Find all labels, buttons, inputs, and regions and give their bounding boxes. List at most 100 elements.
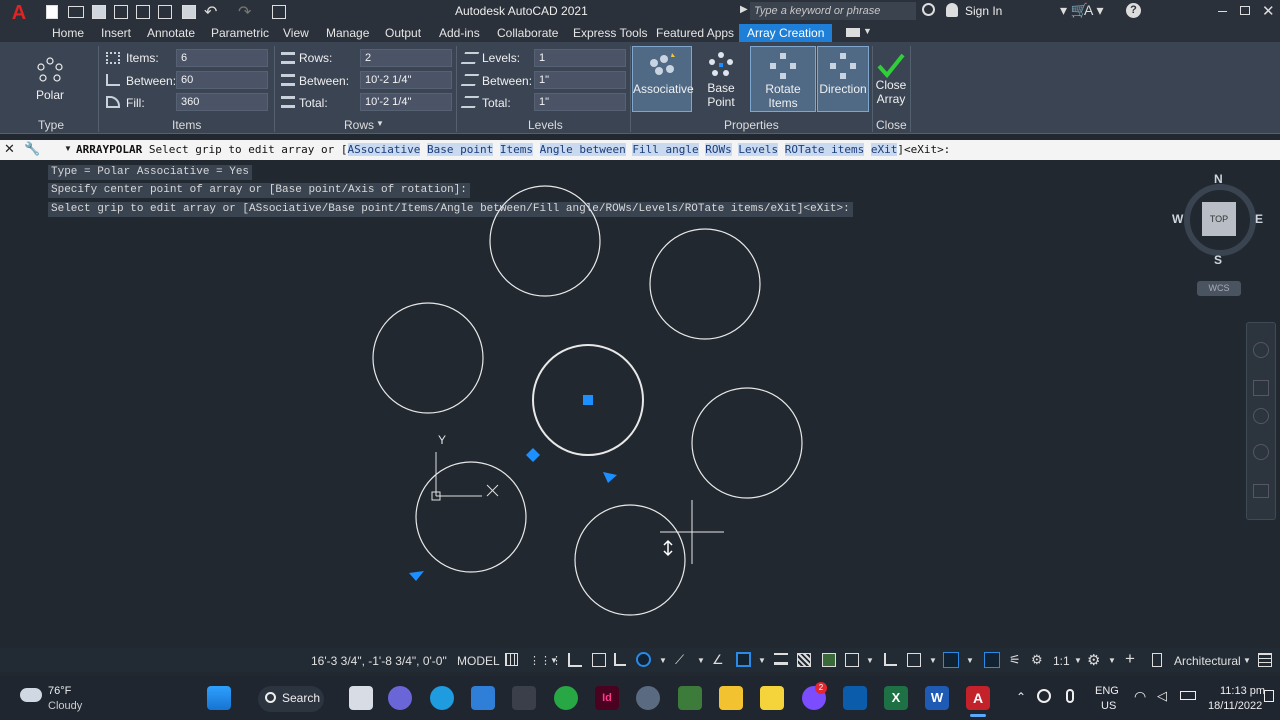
fill-field[interactable]: 360 [176, 93, 268, 111]
viewcube-top-face[interactable]: TOP [1202, 202, 1236, 236]
option-levels[interactable]: Levels [738, 143, 779, 156]
show-hidden-icons[interactable]: ⌃ [1016, 690, 1026, 704]
ribbon-minimize-icon[interactable] [846, 28, 860, 37]
search-input[interactable]: Type a keyword or phrase [750, 2, 916, 20]
annotation-scale-icon[interactable]: ⚙ [1031, 652, 1043, 668]
weather-condition[interactable]: Cloudy [48, 700, 82, 712]
quick-access-save-icon[interactable] [92, 5, 106, 19]
annotation-scale-value[interactable]: 1:1 [1053, 654, 1070, 668]
word-icon[interactable]: W [925, 686, 949, 710]
array-circle[interactable] [649, 228, 761, 340]
weather-cloud-icon[interactable] [20, 688, 42, 702]
tab-manage[interactable]: Manage [326, 26, 369, 40]
object-snap-icon[interactable] [736, 652, 751, 667]
levels-total-field[interactable]: 1" [534, 93, 626, 111]
redo-icon[interactable]: ↷ [238, 2, 251, 22]
option-rows[interactable]: ROWs [705, 143, 732, 156]
auto-scale-icon[interactable]: ⚟ [1009, 652, 1021, 668]
tab-parametric[interactable]: Parametric [211, 26, 269, 40]
snap-dropdown-icon[interactable]: ▼ [550, 656, 558, 665]
volume-icon[interactable]: ◁ [1157, 688, 1167, 704]
battery-icon[interactable] [1180, 691, 1196, 700]
direction-button[interactable]: Direction [817, 46, 869, 112]
selection-filter-icon[interactable] [907, 653, 921, 667]
model-space-button[interactable]: MODEL [457, 654, 500, 668]
user-icon[interactable] [946, 3, 958, 17]
quick-access-saveweb-icon[interactable] [158, 5, 172, 19]
autodesk-a360-icon[interactable]: A ▾ [1084, 2, 1103, 19]
weather-temp[interactable]: 76°F [48, 685, 71, 697]
array-circle[interactable] [691, 387, 803, 499]
rows-total-field[interactable]: 10'-2 1/4" [360, 93, 452, 111]
ribbon-dropdown-icon[interactable]: ▼ [863, 26, 872, 36]
units-icon[interactable] [1152, 653, 1162, 667]
workspace-switch-icon[interactable]: ⚙ [1087, 651, 1100, 669]
sign-in-link[interactable]: Sign In [965, 4, 1002, 18]
taskbar-search-label[interactable]: Search [282, 691, 320, 705]
ortho-mode-icon[interactable] [614, 653, 626, 666]
3d-osnap-icon[interactable] [845, 653, 859, 667]
polar-dropdown-icon[interactable]: ▼ [659, 656, 667, 665]
store-icon[interactable] [471, 686, 495, 710]
app-icon[interactable] [512, 686, 536, 710]
microphone-icon[interactable] [1066, 689, 1074, 703]
base-point-button[interactable]: Base Point [693, 46, 749, 112]
sync-icon[interactable] [1037, 689, 1051, 703]
quick-access-web-icon[interactable] [136, 5, 150, 19]
quick-access-new-icon[interactable] [46, 5, 58, 19]
tab-output[interactable]: Output [385, 26, 421, 40]
close-window-icon[interactable]: ✕ [1262, 2, 1275, 20]
levels-field[interactable]: 1 [534, 49, 626, 67]
indesign-icon[interactable]: Id [595, 686, 619, 710]
steering-wheel-icon[interactable] [1253, 342, 1269, 358]
add-icon[interactable]: + [1125, 649, 1135, 669]
3d-osnap-dropdown-icon[interactable]: ▼ [866, 656, 874, 665]
search-expand-icon[interactable]: ▶ [740, 4, 748, 15]
command-line[interactable]: ✕ 🔧 ▼ ARRAYPOLAR Select grip to edit arr… [0, 140, 1280, 160]
viewcube-south[interactable]: S [1214, 253, 1222, 267]
help-icon[interactable]: ? [1126, 3, 1141, 18]
items-between-field[interactable]: 60 [176, 71, 268, 89]
object-snap-dropdown-icon[interactable]: ▼ [758, 656, 766, 665]
windows-start-icon[interactable] [207, 686, 231, 710]
rows-field[interactable]: 2 [360, 49, 452, 67]
notification-icon[interactable] [1264, 690, 1274, 702]
associative-button[interactable]: Associative [632, 46, 694, 112]
option-items[interactable]: Items [499, 143, 534, 156]
object-snap-tracking-icon[interactable]: ∠ [712, 652, 724, 668]
grid-icon[interactable] [505, 653, 518, 666]
tab-array-creation[interactable]: Array Creation [739, 24, 833, 42]
grip-diamond[interactable] [526, 448, 540, 462]
wifi-icon[interactable]: ◠ [1134, 688, 1146, 705]
language-bottom[interactable]: US [1101, 700, 1116, 712]
dynamic-ucs-icon[interactable] [884, 653, 897, 666]
pan-icon[interactable] [1253, 380, 1269, 396]
rows-dropdown-icon[interactable]: ▼ [376, 119, 384, 128]
transparency-icon[interactable] [797, 653, 811, 667]
units-value[interactable]: Architectural [1174, 654, 1241, 668]
isodraft-dropdown-icon[interactable]: ▼ [697, 656, 705, 665]
search-icon[interactable] [922, 3, 935, 16]
quick-access-saveas-icon[interactable] [114, 5, 128, 19]
levels-between-field[interactable]: 1" [534, 71, 626, 89]
units-dropdown-icon[interactable]: ▼ [1243, 656, 1251, 665]
excel-app-icon[interactable] [678, 686, 702, 710]
tab-featured-apps[interactable]: Featured Apps [656, 26, 734, 40]
selection-filter-dropdown-icon[interactable]: ▼ [929, 656, 937, 665]
file-explorer-icon[interactable] [719, 686, 743, 710]
infer-constraints-icon[interactable] [568, 653, 582, 667]
isodraft-icon[interactable]: ⟋ [675, 652, 684, 668]
viewcube-north[interactable]: N [1214, 172, 1223, 186]
close-array-button[interactable]: Close Array [872, 46, 910, 112]
grip-triangle[interactable] [603, 472, 617, 483]
workspace-dropdown-icon[interactable]: ▼ [1108, 656, 1116, 665]
annotation-visibility-icon[interactable] [984, 652, 1000, 668]
language-top[interactable]: ENG [1095, 685, 1119, 697]
excel-icon[interactable]: X [884, 686, 908, 710]
array-circle[interactable] [372, 302, 484, 414]
tab-view[interactable]: View [283, 26, 309, 40]
orbit-icon[interactable] [1253, 444, 1269, 460]
option-associative[interactable]: ASsociative [347, 143, 421, 156]
customize-command-icon[interactable]: 🔧 [24, 141, 40, 157]
scale-dropdown-icon[interactable]: ▼ [1074, 656, 1082, 665]
